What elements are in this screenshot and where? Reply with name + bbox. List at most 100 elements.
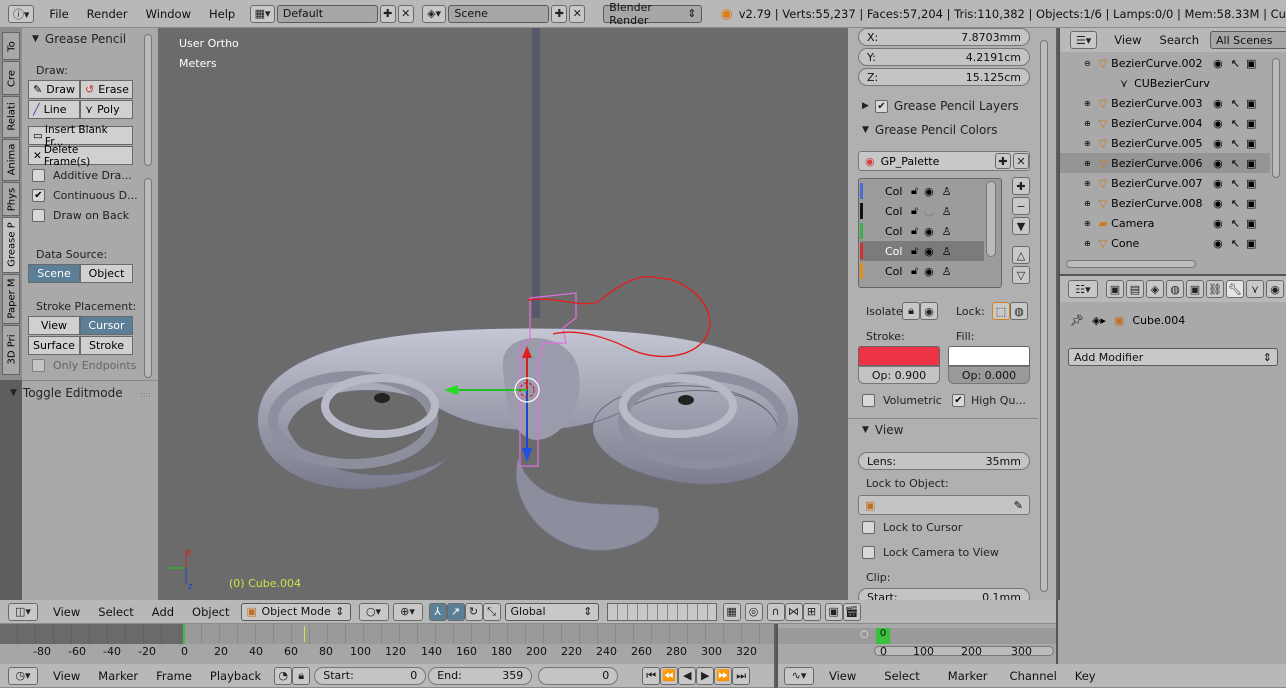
tab-animation[interactable]: Anima: [2, 139, 20, 181]
x-location-field[interactable]: X: 7.8703mm: [858, 28, 1030, 46]
color-item[interactable]: Col 🔓︎ ◉ ♙: [860, 221, 984, 241]
camera-render-icon[interactable]: ▣: [1246, 177, 1256, 190]
constraints-tab-icon[interactable]: ⛓: [1206, 280, 1224, 298]
color-item[interactable]: Col 🔓︎ ◉ ♙: [860, 181, 984, 201]
next-key-icon[interactable]: ⏩: [714, 666, 733, 685]
color-item[interactable]: Col 🔓︎ ◉ ♙: [860, 261, 984, 281]
move-up-icon[interactable]: △: [1012, 246, 1030, 264]
continuous-drawing-option[interactable]: ✔ Continuous D...: [32, 189, 138, 202]
gp-layers-checkbox[interactable]: ✔: [874, 99, 888, 113]
outliner-item[interactable]: ⊕ ▰ Camera ◉ ↖ ▣: [1084, 213, 1274, 233]
proportional-edit-icon[interactable]: ◎: [744, 602, 763, 621]
high-quality-checkbox[interactable]: ✔: [952, 394, 965, 407]
lock-to-cursor-checkbox[interactable]: [862, 521, 875, 534]
cursor-select-icon[interactable]: ↖: [1231, 177, 1240, 190]
camera-render-icon[interactable]: ▣: [1246, 57, 1256, 70]
outliner-item[interactable]: ⊕ ▽ BezierCurve.003 ◉ ↖ ▣: [1084, 93, 1274, 113]
tab-tools[interactable]: To: [2, 32, 20, 60]
3d-viewport[interactable]: User Ortho Meters x z (0) Cube.004: [158, 28, 848, 600]
scene-source-button[interactable]: Scene: [28, 264, 80, 283]
eye-icon[interactable]: ◉: [924, 225, 934, 238]
material-tab-icon[interactable]: ◉: [1266, 280, 1284, 298]
color-menu-icon[interactable]: ▼: [1012, 217, 1030, 235]
camera-render-icon[interactable]: ▣: [1246, 217, 1256, 230]
lens-field[interactable]: Lens: 35mm: [858, 452, 1030, 470]
color-list-scrollbar[interactable]: [986, 181, 996, 257]
placement-view-button[interactable]: View: [28, 316, 80, 335]
view-header[interactable]: ▼ View: [862, 423, 903, 437]
add-color-icon[interactable]: ✚: [1012, 177, 1030, 195]
lock-camera-option[interactable]: Lock Camera to View: [862, 546, 999, 559]
camera-render-icon[interactable]: ▣: [1246, 157, 1256, 170]
prev-key-icon[interactable]: ⏪: [660, 666, 679, 685]
remove-color-icon[interactable]: −: [1012, 197, 1030, 215]
graph-channel-menu[interactable]: Channel: [1001, 669, 1066, 683]
graph-view-menu[interactable]: View: [820, 669, 865, 683]
play-icon[interactable]: ▶: [696, 666, 715, 685]
cursor-select-icon[interactable]: ↖: [1231, 137, 1240, 150]
color-item[interactable]: Col 🔓︎ ◡ ♙: [860, 201, 984, 221]
only-endpoints-option[interactable]: Only Endpoints: [32, 359, 136, 372]
object-source-button[interactable]: Object: [80, 264, 133, 283]
gp-colors-header[interactable]: ▼ Grease Pencil Colors: [862, 123, 998, 137]
placement-surface-button[interactable]: Surface: [28, 336, 80, 355]
add-layout-icon[interactable]: ✚: [379, 4, 396, 23]
move-down-icon[interactable]: ▽: [1012, 266, 1030, 284]
eye-icon[interactable]: ◉: [1213, 237, 1223, 250]
additive-drawing-option[interactable]: Additive Dra...: [32, 169, 132, 182]
draw-button[interactable]: ✎ Draw: [28, 80, 80, 99]
manipulator-toggle-icon[interactable]: ⅄: [428, 602, 447, 621]
high-quality-option[interactable]: ✔ High Qu...: [952, 394, 1026, 407]
add-modifier-select[interactable]: Add Modifier ⇕: [1068, 348, 1278, 366]
volumetric-option[interactable]: Volumetric: [862, 394, 942, 407]
translate-icon[interactable]: ↗: [446, 602, 465, 621]
cursor-select-icon[interactable]: ↖: [1231, 237, 1240, 250]
outliner-item[interactable]: ⊕ ▽ BezierCurve.008 ◉ ↖ ▣: [1084, 193, 1274, 213]
n-panel-scrollbar[interactable]: [1040, 40, 1048, 592]
cursor-select-icon[interactable]: ↖: [1231, 217, 1240, 230]
fill-color-swatch[interactable]: [948, 346, 1030, 366]
eye-icon[interactable]: ◉: [1213, 137, 1223, 150]
camera-render-icon[interactable]: ▣: [1246, 97, 1256, 110]
mode-select[interactable]: ▣ Object Mode ⇕: [240, 602, 351, 621]
tab-3d-print[interactable]: 3D Pri: [2, 325, 20, 375]
object-tab-icon[interactable]: ▣: [1186, 280, 1204, 298]
snap-icon[interactable]: ∩: [766, 602, 785, 621]
graph-editor-icon[interactable]: ∿▾: [784, 666, 814, 685]
eye-icon[interactable]: ◉: [924, 265, 934, 278]
cursor-select-icon[interactable]: ↖: [1231, 97, 1240, 110]
ghost-icon[interactable]: ♙: [942, 265, 952, 278]
isolate-eye-icon[interactable]: ◉: [920, 302, 938, 320]
rotate-icon[interactable]: ↻: [464, 602, 483, 621]
menu-view[interactable]: View: [44, 605, 89, 619]
jump-end-icon[interactable]: ⏭: [732, 666, 751, 685]
layer-buttons[interactable]: [606, 602, 717, 621]
outliner-filter-select[interactable]: All Scenes: [1210, 31, 1286, 49]
eye-icon[interactable]: ◉: [1213, 57, 1223, 70]
toggle-editmode-header[interactable]: ▼ Toggle Editmode: [10, 386, 123, 400]
graph-current-frame[interactable]: 0: [876, 628, 890, 644]
data-tab-icon[interactable]: ⋎: [1246, 280, 1264, 298]
camera-render-icon[interactable]: ▣: [1246, 197, 1256, 210]
grease-pencil-header[interactable]: ▼ Grease Pencil: [32, 32, 126, 46]
cursor-select-icon[interactable]: ↖: [1231, 117, 1240, 130]
jump-start-icon[interactable]: ⏮: [642, 666, 661, 685]
menu-window[interactable]: Window: [137, 7, 200, 21]
scene-field[interactable]: Scene: [448, 4, 550, 23]
color-item-active[interactable]: Col 🔓︎ ◉ ♙: [860, 241, 984, 261]
line-button[interactable]: ╱ Line: [28, 100, 80, 119]
render-engine-select[interactable]: Blender Render ⇕: [603, 1, 703, 27]
graph-area[interactable]: 0 ○: [776, 624, 1058, 664]
eye-icon[interactable]: ◉: [1213, 117, 1223, 130]
tab-create[interactable]: Cre: [2, 61, 20, 95]
outliner-editor-icon[interactable]: ☰▾: [1070, 31, 1098, 49]
panel-scrollbar[interactable]: [144, 34, 152, 166]
lock-icon[interactable]: 🔓︎: [911, 204, 918, 218]
cursor-select-icon[interactable]: ↖: [1231, 57, 1240, 70]
outliner-search-menu[interactable]: Search: [1151, 33, 1209, 47]
lock-to-cursor-option[interactable]: Lock to Cursor: [862, 521, 962, 534]
add-scene-icon[interactable]: ✚: [551, 4, 568, 23]
preview-range-icon[interactable]: ◔: [274, 666, 293, 685]
outliner-item[interactable]: ⊕ ▽ Cone ◉ ↖ ▣: [1084, 233, 1274, 253]
menu-select[interactable]: Select: [89, 605, 142, 619]
